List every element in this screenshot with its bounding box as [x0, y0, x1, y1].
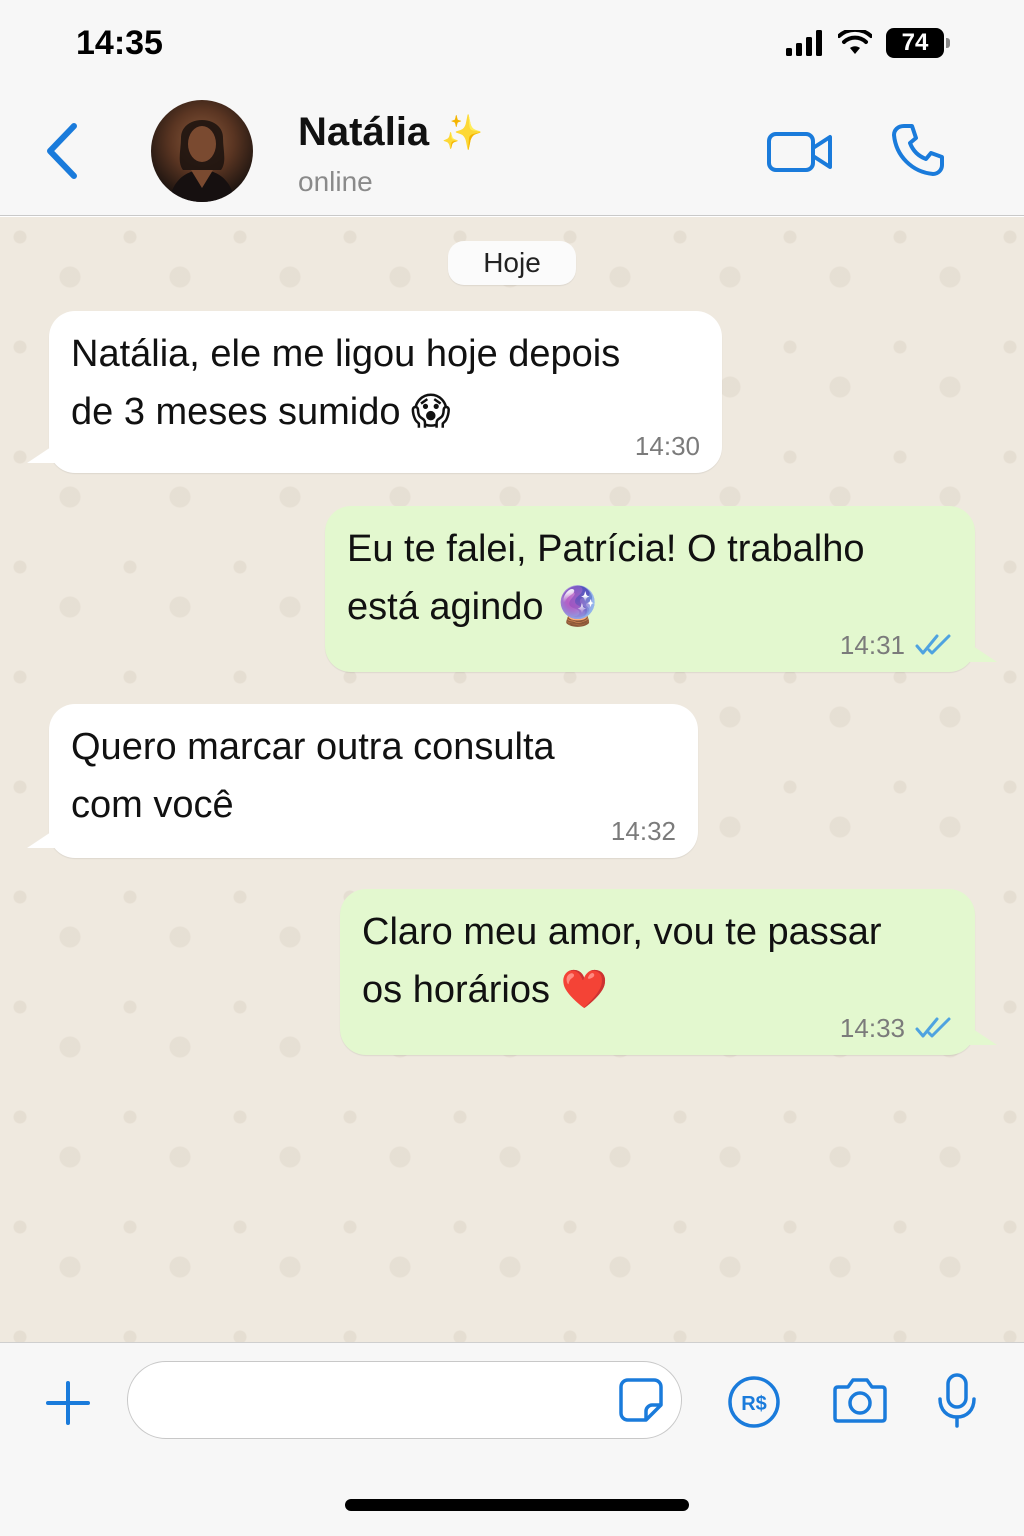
- message-time: 14:31: [839, 630, 905, 660]
- avatar[interactable]: [151, 100, 253, 202]
- cellular-signal-icon: [786, 30, 822, 56]
- battery-icon: 74: [886, 28, 950, 58]
- message-text: Quero marcar outra consulta: [71, 726, 555, 768]
- video-call-icon[interactable]: [766, 128, 834, 176]
- camera-icon[interactable]: [832, 1375, 888, 1425]
- message-time: 14:30: [634, 431, 700, 461]
- message-incoming[interactable]: Quero marcar outra consulta com você 14:…: [27, 704, 698, 858]
- wifi-icon: [838, 30, 872, 54]
- contact-status: online: [298, 166, 373, 197]
- message-text: Natália, ele me ligou hoje depois: [71, 333, 621, 375]
- message-text: Eu te falei, Patrícia! O trabalho: [347, 528, 865, 570]
- contact-name[interactable]: Natália ✨: [298, 110, 484, 155]
- chat-header: Natália ✨ online: [0, 90, 1024, 216]
- chat-area[interactable]: Hoje Natália, ele me ligou hoje depois d…: [0, 217, 1024, 1342]
- home-indicator: [345, 1499, 689, 1511]
- message-meta: 14:32: [611, 816, 676, 846]
- sticker-icon[interactable]: [618, 1377, 664, 1423]
- sparkles-emoji: ✨: [441, 113, 484, 152]
- status-time: 14:35: [76, 24, 163, 62]
- back-chevron-icon[interactable]: [40, 120, 90, 182]
- message-text: com você: [71, 784, 234, 826]
- message-text: está agindo 🔮: [347, 586, 602, 628]
- contact-name-text: Natália: [298, 110, 430, 154]
- message-meta: 14:31: [840, 630, 953, 660]
- input-bar: R$: [0, 1342, 1024, 1536]
- message-text: de 3 meses sumido 😱: [71, 391, 451, 433]
- date-chip: Hoje: [448, 241, 576, 285]
- payment-button[interactable]: R$: [727, 1375, 781, 1429]
- payment-label: R$: [741, 1393, 767, 1415]
- payment-real-icon: R$: [728, 1376, 780, 1428]
- message-outgoing[interactable]: Eu te falei, Patrícia! O trabalho está a…: [325, 506, 997, 672]
- status-bar: 14:35 74: [0, 0, 1024, 90]
- message-input[interactable]: [127, 1361, 682, 1439]
- read-double-check-icon: [915, 1017, 951, 1038]
- message-time: 14:33: [839, 1013, 905, 1043]
- message-outgoing[interactable]: Claro meu amor, vou te passar os horário…: [340, 889, 997, 1055]
- message-text: os horários ❤️: [362, 969, 608, 1011]
- status-icons: 74: [786, 28, 950, 58]
- message-time: 14:32: [610, 816, 676, 846]
- read-double-check-icon: [915, 634, 951, 655]
- message-text: Claro meu amor, vou te passar: [362, 911, 882, 953]
- microphone-icon[interactable]: [936, 1373, 978, 1429]
- plus-icon[interactable]: [44, 1379, 92, 1427]
- message-meta: 14:30: [635, 431, 700, 461]
- phone-call-icon[interactable]: [890, 122, 946, 178]
- message-meta: 14:33: [840, 1013, 953, 1043]
- message-incoming[interactable]: Natália, ele me ligou hoje depois de 3 m…: [27, 311, 722, 473]
